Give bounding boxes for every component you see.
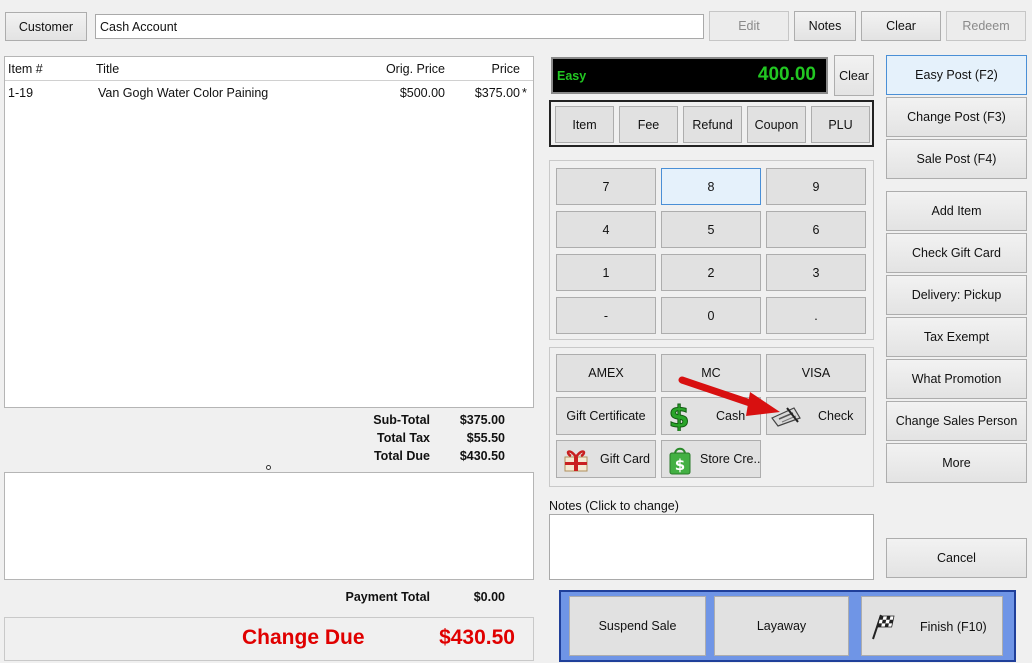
sale-post-button[interactable]: Sale Post (F4) xyxy=(886,139,1027,179)
item-type-button[interactable]: Item xyxy=(555,106,614,143)
refund-type-button[interactable]: Refund xyxy=(683,106,742,143)
fee-type-button[interactable]: Fee xyxy=(619,106,678,143)
keypad-panel: 7 8 9 4 5 6 1 2 3 - 0 . xyxy=(549,160,874,340)
tax-exempt-button[interactable]: Tax Exempt xyxy=(886,317,1027,357)
check-gift-card-button[interactable]: Check Gift Card xyxy=(886,233,1027,273)
finish-label: Finish (F10) xyxy=(920,620,987,634)
column-header-item-no[interactable]: Item # xyxy=(8,62,43,76)
suspend-sale-button[interactable]: Suspend Sale xyxy=(569,596,706,656)
key-2[interactable]: 2 xyxy=(661,254,761,291)
change-post-button[interactable]: Change Post (F3) xyxy=(886,97,1027,137)
subtotal-value: $375.00 xyxy=(459,413,505,427)
gift-box-icon xyxy=(560,444,592,474)
clear-amount-button[interactable]: Clear xyxy=(834,55,874,96)
items-table[interactable]: Item # Title Orig. Price Price 1-19 Van … xyxy=(4,56,534,408)
svg-text:$: $ xyxy=(675,456,685,474)
column-header-orig-price[interactable]: Orig. Price xyxy=(365,62,445,76)
what-promotion-button[interactable]: What Promotion xyxy=(886,359,1027,399)
change-due-value: $430.50 xyxy=(439,626,515,649)
payment-total-value: $0.00 xyxy=(473,590,505,604)
cancel-button[interactable]: Cancel xyxy=(886,538,1027,578)
cell-price-flag: * xyxy=(522,86,527,100)
customer-button[interactable]: Customer xyxy=(5,12,87,41)
key-0[interactable]: 0 xyxy=(661,297,761,334)
gift-card-label: Gift Card xyxy=(600,452,651,466)
entry-mode-label: Easy xyxy=(557,69,587,83)
gift-certificate-button[interactable]: Gift Certificate xyxy=(556,397,656,435)
column-header-price[interactable]: Price xyxy=(445,62,520,76)
action-panel: Suspend Sale Layaway Finish (F10) xyxy=(559,590,1016,662)
total-due-label: Total Due xyxy=(373,449,430,463)
key-9[interactable]: 9 xyxy=(766,168,866,205)
key-8[interactable]: 8 xyxy=(661,168,761,205)
column-header-title[interactable]: Title xyxy=(96,62,119,76)
amex-button[interactable]: AMEX xyxy=(556,354,656,392)
arrow-annotation-icon xyxy=(678,376,780,416)
plu-type-button[interactable]: PLU xyxy=(811,106,870,143)
change-sales-person-button[interactable]: Change Sales Person xyxy=(886,401,1027,441)
add-item-button[interactable]: Add Item xyxy=(886,191,1027,231)
redeem-button[interactable]: Redeem xyxy=(946,11,1026,41)
notes-field[interactable] xyxy=(549,514,874,580)
customer-account-field[interactable]: Cash Account xyxy=(95,14,704,39)
notes-label: Notes (Click to change) xyxy=(549,499,679,513)
more-button[interactable]: More xyxy=(886,443,1027,483)
amount-value: 400.00 xyxy=(757,64,816,85)
gift-card-button[interactable]: Gift Card xyxy=(556,440,656,478)
shopping-bag-icon: $ xyxy=(666,444,694,476)
splitter-handle[interactable] xyxy=(266,465,271,470)
cell-orig-price: $500.00 xyxy=(399,86,445,100)
cell-title: Van Gogh Water Color Paining xyxy=(98,86,269,100)
change-due-label: Change Due xyxy=(242,626,365,649)
amount-display: Easy 400.00 xyxy=(551,57,828,94)
key-4[interactable]: 4 xyxy=(556,211,656,248)
key-1[interactable]: 1 xyxy=(556,254,656,291)
total-tax-label: Total Tax xyxy=(376,431,430,445)
layaway-button[interactable]: Layaway xyxy=(714,596,849,656)
notes-button[interactable]: Notes xyxy=(794,11,856,41)
store-credit-label: Store Cre... xyxy=(700,452,761,466)
key-3[interactable]: 3 xyxy=(766,254,866,291)
checkered-flag-icon xyxy=(866,613,898,641)
subtotal-label: Sub-Total xyxy=(373,413,430,427)
total-tax-value: $55.50 xyxy=(466,431,505,445)
total-due-value: $430.50 xyxy=(459,449,505,463)
key-minus[interactable]: - xyxy=(556,297,656,334)
cell-price: $375.00 xyxy=(474,86,520,100)
delivery-pickup-button[interactable]: Delivery: Pickup xyxy=(886,275,1027,315)
clear-customer-button[interactable]: Clear xyxy=(861,11,941,41)
key-6[interactable]: 6 xyxy=(766,211,866,248)
key-decimal[interactable]: . xyxy=(766,297,866,334)
edit-button[interactable]: Edit xyxy=(709,11,789,41)
check-label: Check xyxy=(818,409,854,423)
change-due-panel: Change Due $430.50 xyxy=(4,617,534,661)
line-type-panel: Item Fee Refund Coupon PLU xyxy=(549,100,874,147)
payment-total-label: Payment Total xyxy=(345,590,430,604)
store-credit-button[interactable]: $ Store Cre... xyxy=(661,440,761,478)
coupon-type-button[interactable]: Coupon xyxy=(747,106,806,143)
key-7[interactable]: 7 xyxy=(556,168,656,205)
easy-post-button[interactable]: Easy Post (F2) xyxy=(886,55,1027,95)
payments-list[interactable] xyxy=(4,472,534,580)
finish-button[interactable]: Finish (F10) xyxy=(861,596,1003,656)
key-5[interactable]: 5 xyxy=(661,211,761,248)
cell-item-no: 1-19 xyxy=(8,86,34,100)
